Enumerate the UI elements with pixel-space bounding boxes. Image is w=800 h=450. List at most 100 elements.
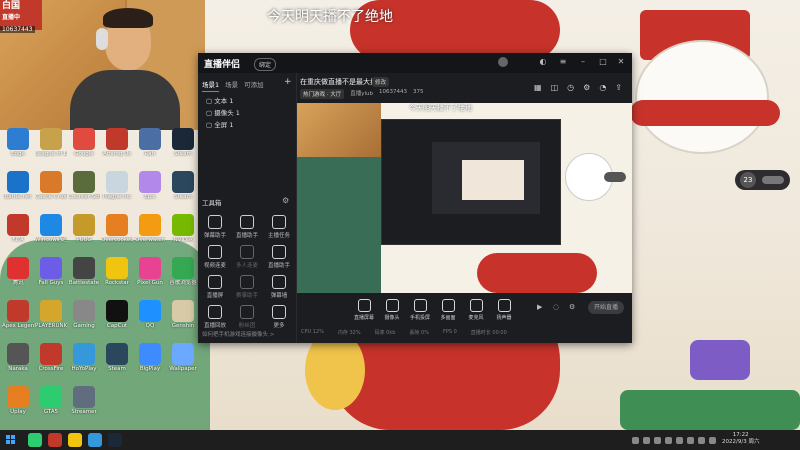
desktop-icon[interactable]: Overcooked [101, 214, 133, 243]
bell-icon[interactable]: ◔ [599, 83, 606, 92]
tray-icon[interactable] [676, 437, 683, 444]
desktop-icon[interactable]: Wallpaper [167, 343, 199, 372]
desktop-icon[interactable]: Among Us [101, 128, 133, 157]
taskbar-app-icon[interactable] [68, 433, 82, 447]
live-streaming-app-window[interactable]: 直播伴侣 绑定 ◐ ≡ – □ ✕ 场景1 场景 可添加 + ▢ 文本 1 ▢ … [198, 53, 632, 343]
start-live-button[interactable]: 开始直播 [588, 301, 624, 314]
toolbox-item[interactable]: 直播助手 [264, 245, 294, 269]
source-button[interactable]: 麦克风 [463, 299, 489, 321]
tray-icon[interactable] [632, 437, 639, 444]
toolbox-item[interactable]: 赛事助手 [232, 275, 262, 299]
desktop-icon[interactable]: Battlestate [68, 257, 100, 286]
desktop-icon[interactable]: Epic [134, 171, 166, 200]
desktop-icon[interactable]: Edge [2, 128, 34, 157]
toolbox-item[interactable]: 多人连麦 [232, 245, 262, 269]
desktop-icon[interactable]: Uplay [2, 386, 34, 415]
menu-icon[interactable]: ≡ [558, 57, 568, 67]
room-category[interactable]: 热门游戏 · 大厅 [300, 89, 345, 99]
desktop-icon[interactable]: Battle.net [2, 171, 34, 200]
toolbox-item[interactable]: 主播任务 [264, 215, 294, 239]
add-scene-icon[interactable]: + [284, 77, 292, 87]
desktop-icon[interactable]: Naraka [2, 343, 34, 372]
tray-icon[interactable] [698, 437, 705, 444]
tray-icon[interactable] [665, 437, 672, 444]
windows-start-icon[interactable] [6, 435, 16, 445]
stream-preview[interactable]: 今天明天播不了绝地 [297, 103, 632, 293]
toolbox-item[interactable]: 弹幕助手 [200, 215, 230, 239]
bind-badge[interactable]: 绑定 [254, 58, 277, 71]
desktop-icon[interactable]: CrossFire [35, 343, 67, 372]
desktop-icon[interactable]: BigPlay [134, 343, 166, 372]
desktop-icon[interactable]: Windows安全 [35, 214, 67, 243]
source-button[interactable]: 直播屏幕 [351, 299, 377, 321]
pill-toggle[interactable] [762, 176, 784, 184]
desktop-icon[interactable]: PLAYERUNKNOWN [35, 300, 67, 329]
maximize-icon[interactable]: □ [598, 57, 608, 67]
desktop-icon[interactable]: Steam [101, 343, 133, 372]
desktop-icon[interactable]: League of Legends [35, 128, 67, 157]
desktop-icon[interactable]: Fall Guys [35, 257, 67, 286]
minimize-icon[interactable]: – [578, 57, 588, 67]
desktop-icon[interactable]: Pixel Gun [134, 257, 166, 286]
toolbox-item[interactable]: 直播屏 [200, 275, 230, 299]
taskbar-app-icon[interactable] [28, 433, 42, 447]
desktop-icon[interactable]: HoYoPlay [68, 343, 100, 372]
desktop-icon[interactable]: GTA5 [35, 386, 67, 415]
skin-icon[interactable]: ◐ [538, 57, 548, 67]
help-link[interactable]: 如何把手机游戏连接摄像头 > [202, 330, 274, 338]
scene-item-text[interactable]: ▢ 文本 1 [206, 95, 233, 105]
desktop-icon[interactable]: CapCut [101, 300, 133, 329]
desktop-icon[interactable]: Gaming [68, 300, 100, 329]
taskbar-app-icon[interactable] [48, 433, 62, 447]
source-button[interactable]: 扬声器 [491, 299, 517, 321]
desktop-icon[interactable]: Rockstar [101, 257, 133, 286]
tray-icon[interactable] [687, 437, 694, 444]
settings-small-icon[interactable]: ⚙ [569, 303, 575, 311]
desktop-icon[interactable]: Counter-Strike [68, 171, 100, 200]
desktop-icon[interactable]: Streamer [68, 386, 100, 415]
scene-item-fullscreen[interactable]: ▢ 全屏 1 [206, 119, 233, 129]
desktop-icon[interactable]: Google [68, 128, 100, 157]
clock-icon[interactable]: ◷ [567, 83, 574, 92]
desktop-icon[interactable]: Apex Legends [2, 300, 34, 329]
desktop-icon[interactable]: Raft [134, 128, 166, 157]
tray-icon[interactable] [654, 437, 661, 444]
toolbox-item[interactable]: 视频连麦 [200, 245, 230, 269]
source-button[interactable]: 摄像头 [379, 299, 405, 321]
tray-icon[interactable] [709, 437, 716, 444]
desktop-icon[interactable]: FIFA [2, 214, 34, 243]
desktop-icon[interactable]: Steam [167, 171, 199, 200]
scene-item-camera[interactable]: ▢ 摄像头 1 [206, 107, 240, 117]
bag-icon[interactable]: ◫ [551, 83, 559, 92]
tab-scene[interactable]: 场景 [225, 79, 238, 92]
tab-addable[interactable]: 可添加 [244, 79, 264, 92]
toolbox-settings-icon[interactable]: ⚙ [282, 196, 289, 205]
source-button[interactable]: 手机投屏 [407, 299, 433, 321]
share-icon[interactable]: ⇪ [615, 83, 622, 92]
grid-icon[interactable]: ▦ [534, 83, 542, 92]
taskbar-app-icon[interactable] [108, 433, 122, 447]
desktop-icon[interactable]: NVIDIA [167, 214, 199, 243]
taskbar-clock[interactable]: 17:22 2022/9/3 周六 [722, 432, 759, 446]
close-icon[interactable]: ✕ [616, 57, 626, 67]
gear-icon[interactable]: ⚙ [583, 83, 590, 92]
desktop-icon[interactable]: Genshin [167, 300, 199, 329]
toolbox-item[interactable]: 直播回放 [200, 305, 230, 329]
source-button[interactable]: 多画面 [435, 299, 461, 321]
desktop-icon[interactable]: Castle Crush [35, 171, 67, 200]
toolbox-item[interactable]: 直播助手 [232, 215, 262, 239]
desktop-icon[interactable]: 腾讯 [2, 257, 34, 286]
desktop-icon[interactable]: Plague Inc [101, 171, 133, 200]
desktop-icon[interactable]: 谷歌浏览器 [167, 257, 199, 286]
toolbox-item[interactable]: 弹幕墙 [264, 275, 294, 299]
desktop-icon[interactable]: PUBG [68, 214, 100, 243]
toolbox-item[interactable]: 更多 [264, 305, 294, 329]
record-icon[interactable]: ▶ [537, 303, 542, 311]
toolbox-item[interactable]: 粉丝团 [232, 305, 262, 329]
mic-small-icon[interactable]: ◌ [553, 303, 559, 311]
desktop-icon[interactable]: Overwatch [134, 214, 166, 243]
desktop-icon[interactable]: QQ [134, 300, 166, 329]
small-widget[interactable] [604, 172, 626, 182]
desktop-icon[interactable]: Steam [167, 128, 199, 157]
taskbar-app-icon[interactable] [88, 433, 102, 447]
